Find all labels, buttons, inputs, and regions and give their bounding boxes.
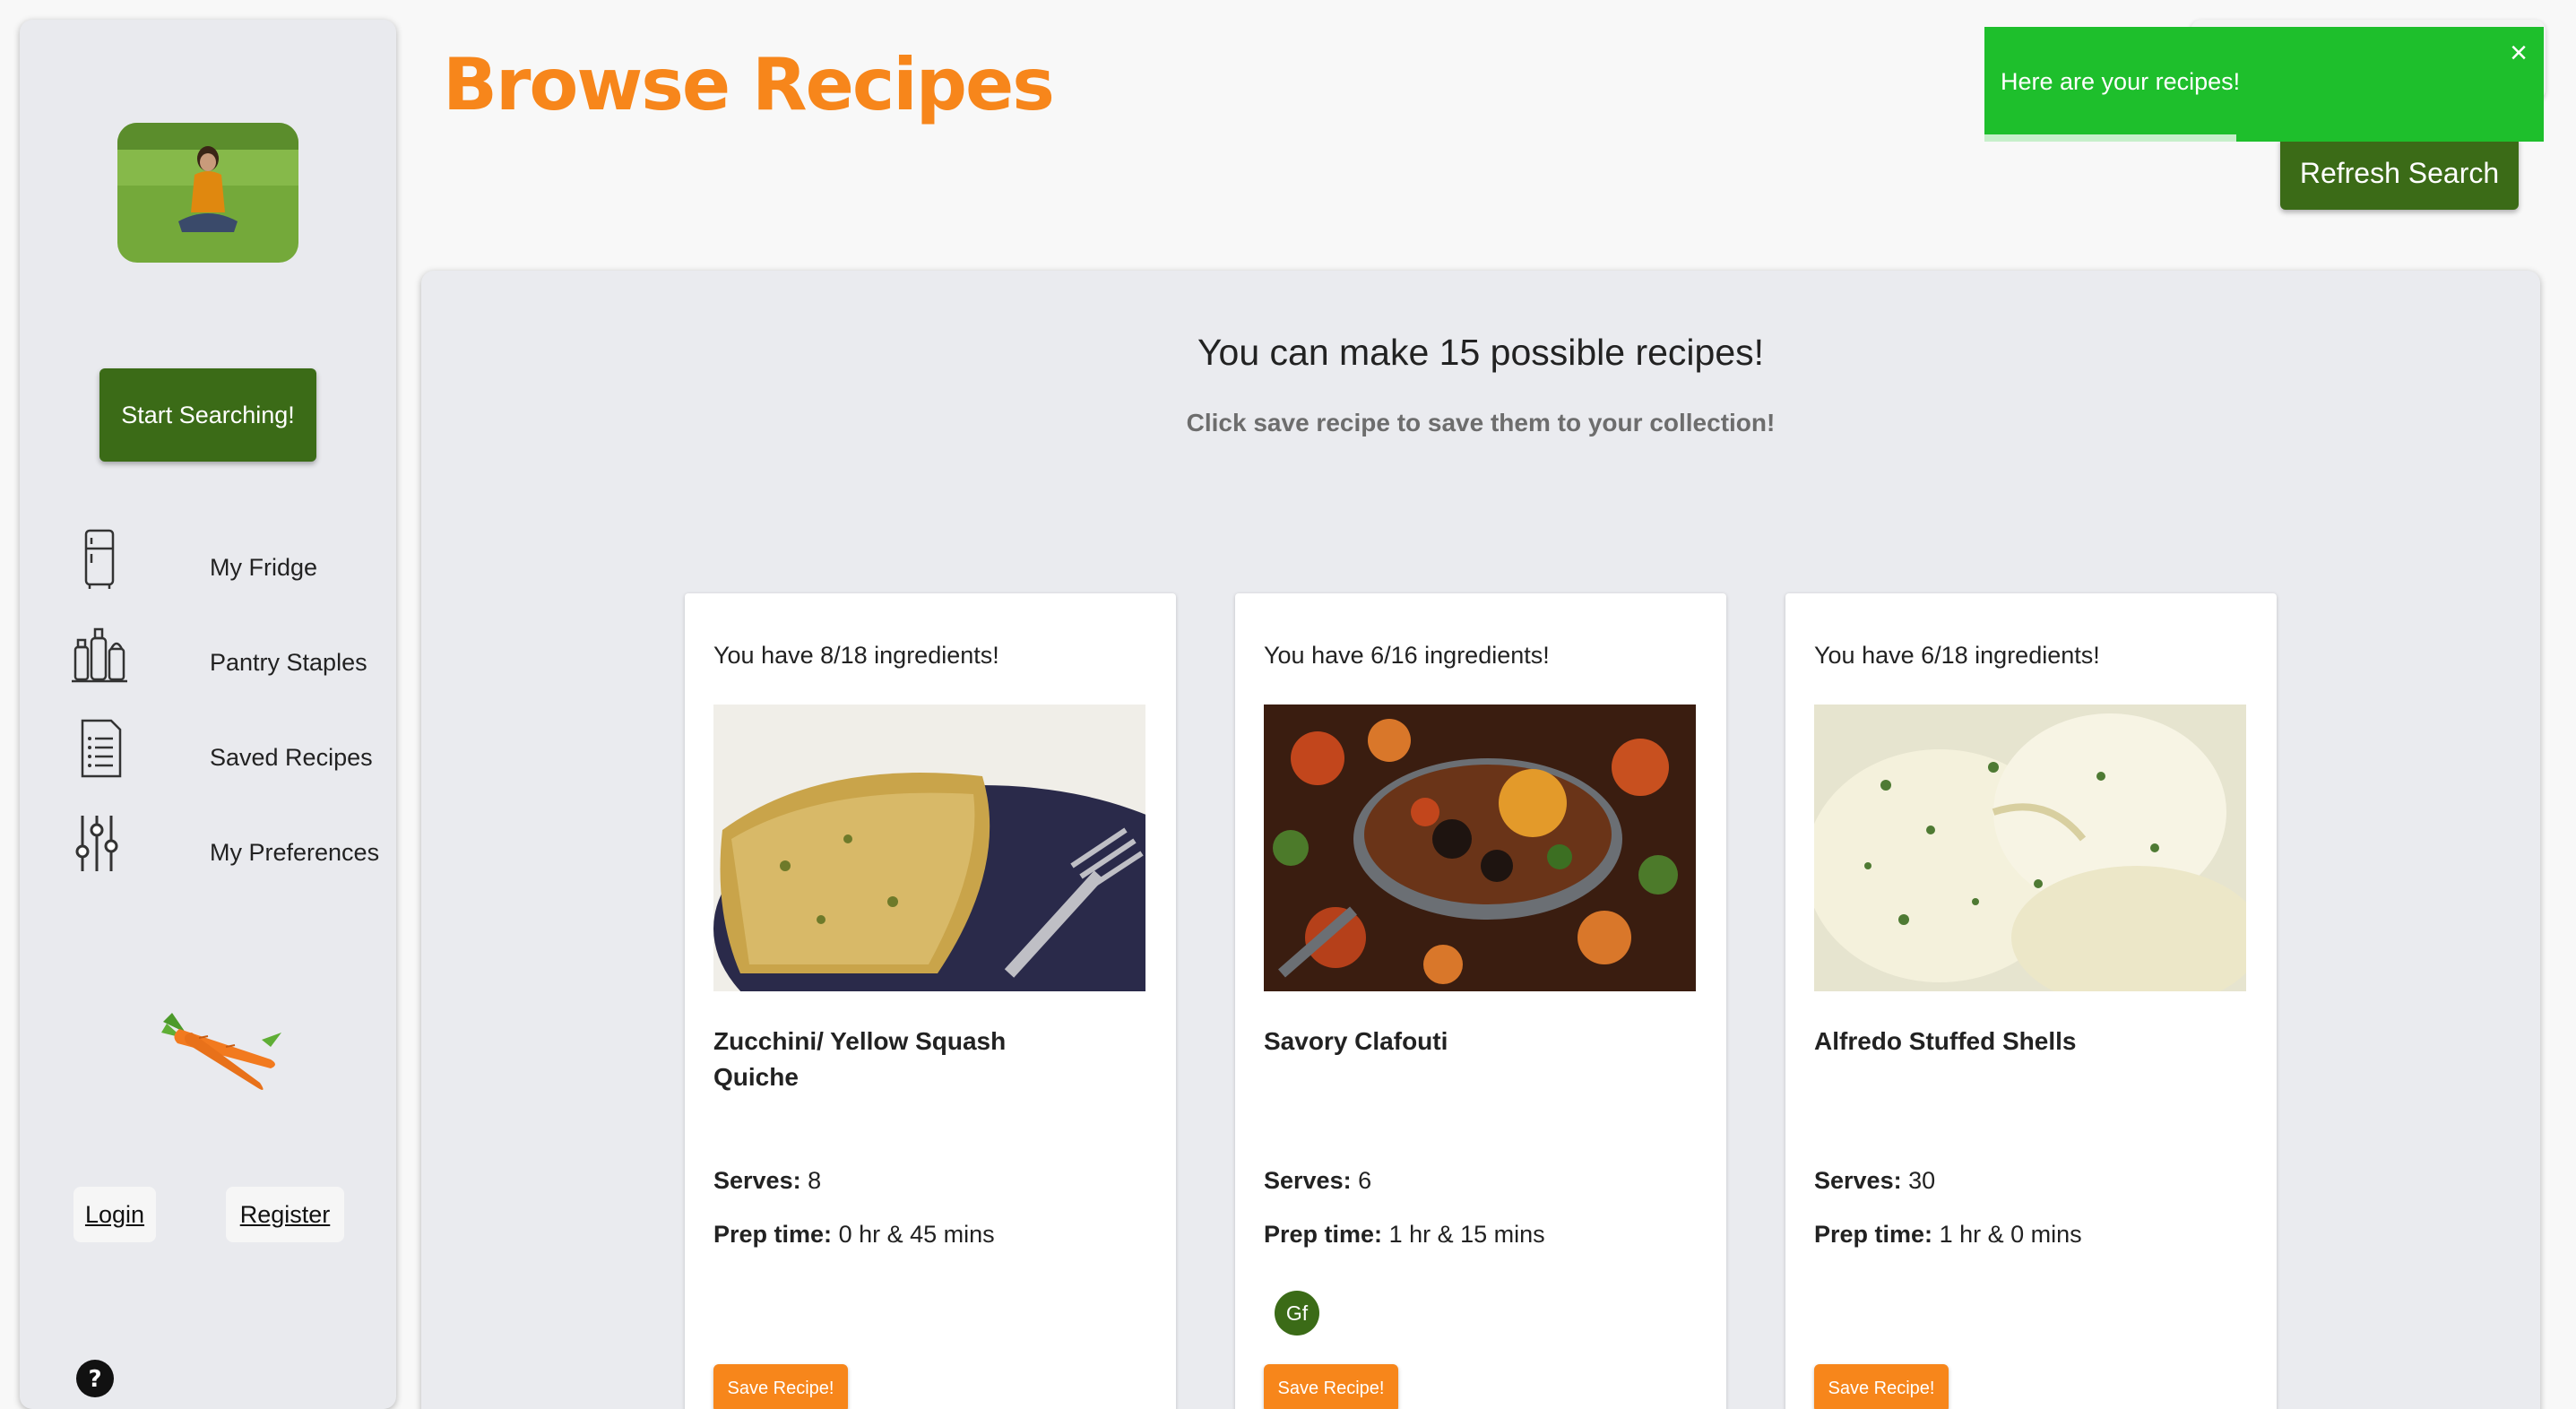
serves-value: 30 — [1908, 1167, 1936, 1194]
close-icon[interactable]: × — [2510, 38, 2528, 68]
sidebar: Start Searching! My Fridge Pantry Staple… — [20, 20, 396, 1409]
pantry-icon — [72, 627, 127, 683]
recipe-prep-time: Prep time: 1 hr & 0 mins — [1814, 1221, 2082, 1249]
sidebar-item-pantry-staples[interactable]: Pantry Staples — [70, 622, 375, 694]
recipe-card: You have 6/16 ingredients! Savory Clafou… — [1235, 593, 1726, 1409]
login-button[interactable]: Login — [73, 1187, 156, 1242]
recipe-serves: Serves: 30 — [1814, 1167, 1935, 1195]
sidebar-item-my-fridge[interactable]: My Fridge — [70, 527, 375, 599]
main-panel: You can make 15 possible recipes! Click … — [421, 271, 2540, 1409]
results-headline: You can make 15 possible recipes! — [1197, 332, 1765, 373]
recipe-title: Alfredo Stuffed Shells — [1814, 1027, 2077, 1055]
sidebar-item-my-preferences[interactable]: My Preferences — [70, 812, 379, 884]
toast-progress-bar — [1984, 134, 2236, 142]
recipe-prep-time: Prep time: 1 hr & 15 mins — [1264, 1221, 1545, 1249]
serves-label: Serves: — [1264, 1167, 1352, 1194]
sidebar-item-label: Pantry Staples — [210, 649, 367, 676]
save-recipe-button[interactable]: Save Recipe! — [713, 1364, 848, 1409]
serves-value: 8 — [808, 1167, 822, 1194]
prep-label: Prep time: — [713, 1221, 833, 1248]
prep-value: 0 hr & 45 mins — [838, 1221, 995, 1248]
prep-value: 1 hr & 0 mins — [1939, 1221, 2082, 1248]
carrot-logo — [161, 1013, 281, 1090]
recipe-card: You have 6/18 ingredients! Alfredo Stuff… — [1785, 593, 2277, 1409]
fridge-icon — [84, 529, 115, 589]
recipe-serves: Serves: 8 — [713, 1167, 821, 1195]
toast-message: Here are your recipes! — [2001, 68, 2241, 95]
results-subhead: Click save recipe to save them to your c… — [1186, 409, 1776, 437]
page-title: Browse Recipes — [443, 43, 1055, 126]
sidebar-item-label: My Fridge — [210, 554, 318, 581]
help-icon[interactable]: ? — [75, 1359, 115, 1398]
sidebar-item-saved-recipes[interactable]: Saved Recipes — [70, 717, 375, 789]
serves-label: Serves: — [1814, 1167, 1902, 1194]
recipe-serves: Serves: 6 — [1264, 1167, 1371, 1195]
register-button[interactable]: Register — [226, 1187, 344, 1242]
refresh-search-button[interactable]: Refresh Search — [2280, 136, 2519, 210]
prep-label: Prep time: — [1814, 1221, 1933, 1248]
recipe-title: Savory Clafouti — [1264, 1027, 1448, 1055]
recipe-card: You have 8/18 ingredients! Zucchini/ Yel… — [685, 593, 1176, 1409]
start-searching-button[interactable]: Start Searching! — [99, 368, 316, 462]
success-toast[interactable]: Here are your recipes! × — [1984, 27, 2544, 142]
gluten-free-badge: Gf — [1275, 1291, 1319, 1336]
save-recipe-button[interactable]: Save Recipe! — [1264, 1364, 1398, 1409]
save-recipe-button[interactable]: Save Recipe! — [1814, 1364, 1949, 1409]
sliders-icon — [75, 816, 118, 871]
prep-label: Prep time: — [1264, 1221, 1383, 1248]
prep-value: 1 hr & 15 mins — [1388, 1221, 1545, 1248]
svg-text:?: ? — [88, 1366, 101, 1393]
ingredient-count: You have 8/18 ingredients! — [713, 642, 999, 669]
ingredient-count: You have 6/18 ingredients! — [1814, 642, 2100, 669]
recipe-image[interactable] — [713, 704, 1145, 991]
recipe-image[interactable] — [1814, 704, 2246, 991]
serves-label: Serves: — [713, 1167, 801, 1194]
serves-value: 6 — [1358, 1167, 1372, 1194]
recipe-title: Zucchini/ Yellow Squash Quiche — [713, 1027, 1007, 1091]
sidebar-item-label: My Preferences — [210, 839, 380, 866]
ingredient-count: You have 6/16 ingredients! — [1264, 642, 1550, 669]
recipe-prep-time: Prep time: 0 hr & 45 mins — [713, 1221, 995, 1249]
avatar[interactable] — [117, 123, 298, 263]
sidebar-item-label: Saved Recipes — [210, 744, 373, 771]
recipe-image[interactable] — [1264, 704, 1696, 991]
document-list-icon — [81, 719, 122, 778]
